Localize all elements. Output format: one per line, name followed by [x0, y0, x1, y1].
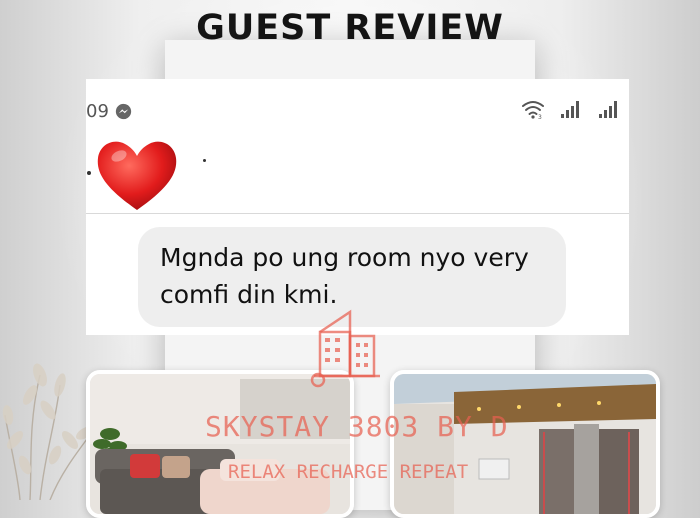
- wifi-icon: 3: [522, 101, 544, 119]
- messenger-icon: [115, 103, 132, 120]
- status-icons: 3: [521, 99, 621, 119]
- divider: [86, 213, 629, 214]
- room-photo-right: [390, 370, 660, 518]
- dot-left: [87, 171, 91, 175]
- hallway-image: [394, 374, 656, 514]
- building-logo-icon: [310, 309, 380, 388]
- heart-reaction-icon: [97, 141, 177, 210]
- page-title: GUEST REVIEW: [196, 8, 504, 48]
- room-photo-left: [86, 370, 354, 518]
- dried-plant-decoration: [2, 363, 95, 500]
- message-line-1: Mgnda po ung room nyo very: [160, 243, 529, 272]
- brand-tagline: RELAX RECHARGE REPEAT: [228, 461, 469, 483]
- chat-screenshot: 09 3 Mgnda po ung room nyo very comfi di…: [86, 79, 629, 335]
- living-room-image: [90, 374, 350, 514]
- signal-icon: [599, 101, 617, 118]
- dot-right: [203, 159, 206, 162]
- signal-icon: [561, 101, 579, 118]
- brand-name: SKYSTAY 3803 BY D: [205, 410, 509, 443]
- status-time: 09: [86, 101, 109, 122]
- svg-text:3: 3: [538, 114, 542, 119]
